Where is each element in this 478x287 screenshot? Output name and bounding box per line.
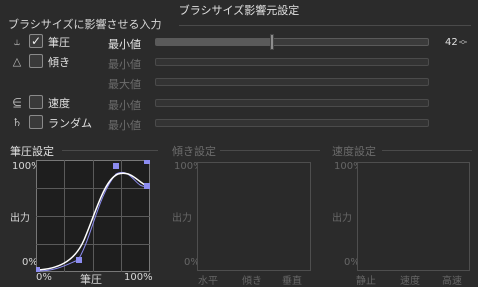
tilt-y-mid: 出力 <box>172 213 192 224</box>
random-min-slider[interactable] <box>155 119 429 127</box>
speed-label: 速度 <box>48 97 70 110</box>
speed-icon: ⋸ <box>12 96 22 109</box>
speed-settings-title: 速度設定 <box>332 145 376 158</box>
section-title: ブラシサイズに影響させる入力 <box>8 18 162 31</box>
pressure-min-value[interactable]: 42 <box>445 37 458 48</box>
value-spinner[interactable]: ︿ ﹀ <box>459 36 467 50</box>
tilt-settings-title: 傾き設定 <box>172 145 216 158</box>
pressure-label: 筆圧 <box>48 36 70 49</box>
pressure-icon: ⥿ <box>13 35 21 48</box>
pressure-x-right: 100% <box>124 272 153 283</box>
control-point[interactable] <box>113 163 119 169</box>
slider-handle[interactable] <box>270 34 274 50</box>
control-point[interactable] <box>76 257 82 263</box>
section-divider <box>179 25 471 26</box>
tilt-min-slider[interactable] <box>155 58 429 66</box>
pressure-min-slider[interactable] <box>155 34 429 50</box>
tilt-checkbox[interactable] <box>29 54 43 68</box>
pressure-x-mid: 筆圧 <box>80 273 102 286</box>
control-point[interactable] <box>144 160 150 164</box>
random-icon: ♄ <box>12 116 22 129</box>
random-label: ランダム <box>48 117 92 130</box>
pressure-curve-graph[interactable] <box>36 160 150 272</box>
tilt-icon: △ <box>12 55 22 68</box>
speed-min-slider[interactable] <box>155 99 429 107</box>
pressure-checkbox[interactable]: ✓ <box>29 34 43 48</box>
random-checkbox[interactable] <box>29 115 43 129</box>
speed-min-label: 最小値 <box>108 99 141 112</box>
pressure-settings-title: 筆圧設定 <box>10 145 54 158</box>
pressure-min-label: 最小値 <box>108 38 141 51</box>
max-slider[interactable] <box>155 78 429 86</box>
tilt-min-label: 最小値 <box>108 58 141 71</box>
tilt-label: 傾き <box>48 56 70 69</box>
speed-curve-graph[interactable] <box>357 162 470 271</box>
random-min-label: 最小値 <box>108 119 141 132</box>
speed-x-mid: 速度 <box>400 276 420 287</box>
control-point[interactable] <box>144 183 150 189</box>
speed-checkbox[interactable] <box>29 95 43 109</box>
tilt-x-left: 水平 <box>198 276 218 287</box>
spinner-down-icon[interactable]: ﹀ <box>459 42 467 50</box>
speed-x-right: 高速 <box>442 276 462 287</box>
speed-settings-divider <box>382 150 472 151</box>
tilt-x-right: 垂直 <box>282 276 302 287</box>
pressure-y-mid: 出力 <box>10 213 30 224</box>
pressure-settings-divider <box>62 150 158 151</box>
slider-fill <box>156 39 272 45</box>
tilt-x-mid: 傾き <box>242 276 262 287</box>
speed-y-mid: 出力 <box>332 213 352 224</box>
tilt-settings-divider <box>220 150 320 151</box>
tilt-curve-graph[interactable] <box>197 162 311 271</box>
max-label: 最大値 <box>108 78 141 91</box>
speed-x-left: 静止 <box>356 276 376 287</box>
pressure-x-left: 0% <box>36 272 52 283</box>
